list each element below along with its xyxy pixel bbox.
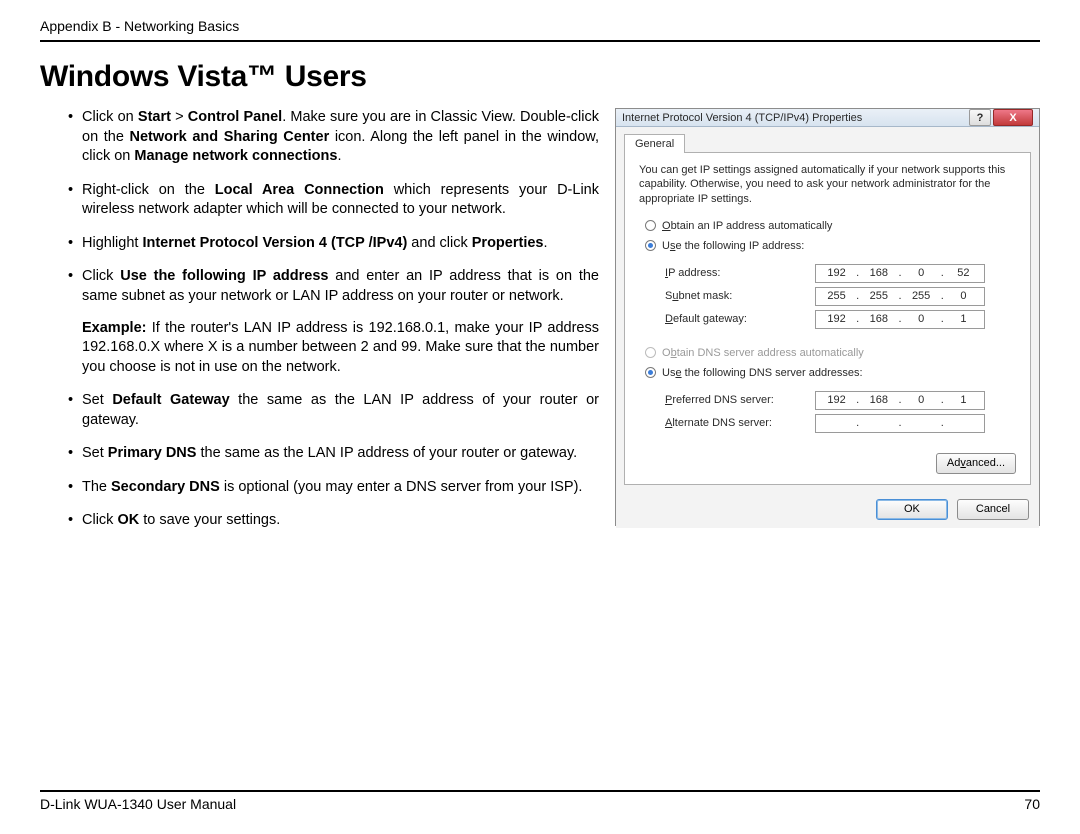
close-button[interactable]: X: [993, 109, 1033, 126]
ok-button[interactable]: OK: [876, 499, 948, 520]
step-3: Highlight Internet Protocol Version 4 (T…: [82, 234, 599, 254]
radio-dot-icon: [648, 243, 653, 248]
breadcrumb: Appendix B - Networking Basics: [40, 18, 239, 34]
label-ip-address: IP address:: [665, 267, 815, 279]
cancel-button[interactable]: Cancel: [957, 499, 1029, 520]
dns-fields: Preferred DNS server: 192. 168. 0. 1 Alt…: [665, 387, 1016, 437]
step-1: Click on Start > Control Panel. Make sur…: [82, 108, 599, 167]
tab-strip: General: [624, 133, 1039, 152]
radio-icon: [645, 347, 656, 358]
alternate-dns-input[interactable]: . . .: [815, 414, 985, 433]
instructions-column: Click on Start > Control Panel. Make sur…: [40, 108, 599, 545]
radio-label: Obtain DNS server address automatically: [662, 347, 864, 359]
dialog-titlebar[interactable]: Internet Protocol Version 4 (TCP/IPv4) P…: [616, 109, 1039, 127]
radio-icon: [645, 367, 656, 378]
close-icon: X: [1009, 112, 1016, 124]
label-alternate-dns: Alternate DNS server:: [665, 417, 815, 429]
radio-icon: [645, 220, 656, 231]
content-area: Click on Start > Control Panel. Make sur…: [40, 108, 1040, 545]
label-default-gateway: Default gateway:: [665, 313, 815, 325]
footer-page-number: 70: [1024, 796, 1040, 812]
panel-description: You can get IP settings assigned automat…: [639, 163, 1016, 206]
help-icon: ?: [977, 112, 984, 124]
step-8: Click OK to save your settings.: [82, 511, 599, 531]
footer-manual-name: D-Link WUA-1340 User Manual: [40, 796, 236, 812]
example-note: Example: If the router's LAN IP address …: [40, 319, 599, 378]
page-footer: D-Link WUA-1340 User Manual 70: [40, 790, 1040, 812]
radio-label: Use the following DNS server addresses:: [662, 367, 863, 379]
radio-obtain-ip-auto[interactable]: Obtain an IP address automatically: [645, 220, 1016, 232]
preferred-dns-input[interactable]: 192. 168. 0. 1: [815, 391, 985, 410]
advanced-row: Advanced...: [639, 447, 1016, 474]
help-button[interactable]: ?: [969, 109, 991, 126]
dialog-footer: OK Cancel: [616, 493, 1039, 528]
radio-label: Obtain an IP address automatically: [662, 220, 832, 232]
radio-obtain-dns-auto: Obtain DNS server address automatically: [645, 347, 1016, 359]
step-6: Set Primary DNS the same as the LAN IP a…: [82, 444, 599, 464]
radio-icon: [645, 240, 656, 251]
radio-label: Use the following IP address:: [662, 240, 804, 252]
general-panel: You can get IP settings assigned automat…: [624, 152, 1031, 485]
dialog-title: Internet Protocol Version 4 (TCP/IPv4) P…: [622, 112, 967, 124]
step-4: Click Use the following IP address and e…: [82, 267, 599, 306]
subnet-mask-input[interactable]: 255. 255. 255. 0: [815, 287, 985, 306]
radio-use-ip[interactable]: Use the following IP address:: [645, 240, 1016, 252]
page-title: Windows Vista™ Users: [40, 60, 1040, 94]
advanced-button[interactable]: Advanced...: [936, 453, 1016, 474]
tab-general[interactable]: General: [624, 134, 685, 153]
ip-address-input[interactable]: 192. 168. 0. 52: [815, 264, 985, 283]
ip-fields: IP address: 192. 168. 0. 52 Subnet mask:…: [665, 260, 1016, 333]
label-subnet-mask: Subnet mask:: [665, 290, 815, 302]
radio-dot-icon: [648, 370, 653, 375]
default-gateway-input[interactable]: 192. 168. 0. 1: [815, 310, 985, 329]
step-7: The Secondary DNS is optional (you may e…: [82, 478, 599, 498]
label-preferred-dns: Preferred DNS server:: [665, 394, 815, 406]
step-2: Right-click on the Local Area Connection…: [82, 181, 599, 220]
radio-use-dns[interactable]: Use the following DNS server addresses:: [645, 367, 1016, 379]
page-header: Appendix B - Networking Basics: [40, 18, 1040, 42]
ipv4-properties-dialog: Internet Protocol Version 4 (TCP/IPv4) P…: [615, 108, 1040, 526]
step-5: Set Default Gateway the same as the LAN …: [82, 391, 599, 430]
